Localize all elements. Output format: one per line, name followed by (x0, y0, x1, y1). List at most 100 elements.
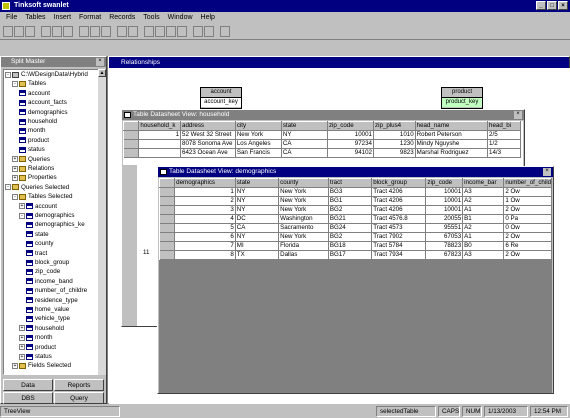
column-header[interactable]: block_group (371, 178, 427, 188)
sort-icon[interactable] (79, 26, 89, 37)
row-selector[interactable] (159, 232, 176, 242)
expand-icon[interactable]: + (19, 203, 25, 210)
table-cell[interactable]: NY (235, 196, 280, 206)
tree-item[interactable]: demographics_ke (26, 220, 85, 229)
tree-item[interactable]: tract (26, 249, 47, 258)
table-cell[interactable]: 8078 Sonoma Ave (180, 139, 236, 149)
properties-icon[interactable] (204, 26, 214, 37)
column-header[interactable]: state (234, 178, 280, 188)
table-cell[interactable]: DC (235, 214, 280, 224)
table-row[interactable]: 3 NY New York BG2 Tract 4206 10001 A1 2 Ow (159, 205, 552, 215)
table-cell[interactable]: 1230 (373, 139, 416, 149)
table-cell[interactable]: Tract 7934 (371, 250, 427, 260)
table-row[interactable]: 1 NY New York BG3 Tract 4206 10001 A3 2 Ow (159, 187, 552, 197)
table-cell[interactable]: Tract 4573 (371, 223, 427, 233)
tree-item[interactable]: vehicle_type (26, 314, 70, 323)
table-cell[interactable]: 52 West 32 Street (180, 130, 236, 140)
tree-item[interactable]: + Properties (12, 173, 57, 182)
table-cell[interactable]: NY (235, 187, 280, 197)
table-cell[interactable]: 20055 (425, 214, 464, 224)
table-cell[interactable]: Dallas (278, 250, 329, 260)
table-icon[interactable] (144, 26, 154, 37)
menu-records[interactable]: Records (105, 12, 139, 24)
row-selector[interactable] (159, 223, 176, 233)
stop-icon[interactable] (128, 26, 138, 37)
tree-item[interactable]: number_of_childre (26, 286, 87, 295)
table-cell[interactable]: 1/2 (487, 139, 521, 149)
column-header[interactable]: county (278, 178, 329, 188)
table-cell[interactable]: BG24 (328, 223, 373, 233)
tree-item[interactable]: account_facts (19, 98, 67, 107)
table-cell[interactable]: 95551 (425, 223, 464, 233)
row-selector[interactable] (123, 139, 140, 149)
tree-item[interactable]: zip_code (26, 267, 60, 276)
cut-icon[interactable] (41, 26, 51, 37)
demographics-grid[interactable]: demographics state county tract block_group z… (159, 178, 552, 393)
tree-scrollbar[interactable]: ▲ (98, 69, 106, 375)
column-header[interactable]: household_k (138, 121, 182, 131)
table-row[interactable]: 6423 Ocean Ave San Francis CA 94102 9823 Mars… (123, 148, 521, 158)
close-button[interactable]: × (558, 1, 568, 10)
report-icon[interactable] (177, 26, 187, 37)
table-cell[interactable]: Los Angeles (235, 139, 282, 149)
table-cell[interactable]: 1 (138, 130, 182, 140)
corner-header[interactable] (159, 178, 176, 188)
table-row[interactable]: 5 CA Sacramento BG24 Tract 4573 95551 A2 0 Ow (159, 223, 552, 233)
table-cell[interactable]: 2 Ow (503, 187, 552, 197)
table-cell[interactable]: 6 (174, 232, 236, 242)
filter-icon[interactable] (90, 26, 100, 37)
table-cell[interactable]: Florida (278, 241, 329, 251)
query-icon[interactable] (155, 26, 165, 37)
find-icon[interactable] (101, 26, 111, 37)
tree-item[interactable]: - Tables (12, 79, 46, 88)
table-cell[interactable]: 0 Pa (503, 214, 552, 224)
run-icon[interactable] (117, 26, 127, 37)
tree-item[interactable]: + household (19, 324, 64, 333)
collapse-icon[interactable]: - (19, 212, 25, 219)
row-selector[interactable] (159, 196, 176, 206)
table-cell[interactable]: New York (278, 187, 329, 197)
entity-account[interactable]: account account_key (200, 87, 242, 109)
table-cell[interactable]: Washington (278, 214, 329, 224)
table-cell[interactable]: Tract 4206 (371, 196, 427, 206)
paste-icon[interactable] (63, 26, 73, 37)
table-cell[interactable]: BG17 (328, 250, 373, 260)
new-icon[interactable] (3, 26, 13, 37)
row-selector[interactable] (159, 250, 176, 260)
column-header[interactable]: tract (327, 178, 373, 188)
table-cell[interactable]: 2/5 (487, 130, 521, 140)
copy-icon[interactable] (52, 26, 62, 37)
tab-dbs[interactable]: DBS (3, 392, 53, 404)
table-cell[interactable]: NY (281, 130, 328, 140)
table-cell[interactable]: Sacramento (278, 223, 329, 233)
table-cell[interactable]: 14/3 (487, 148, 521, 158)
table-cell[interactable]: 5 (174, 223, 236, 233)
column-header[interactable]: income_bar (462, 178, 505, 188)
row-selector[interactable] (159, 241, 176, 251)
tree-item[interactable]: home_value (26, 305, 69, 314)
tree-item[interactable]: - demographics (19, 211, 75, 220)
close-icon[interactable]: × (514, 111, 522, 119)
table-cell[interactable]: 1010 (373, 130, 416, 140)
table-row[interactable]: 6 NY New York BG2 Tract 7902 67053 A1 2 Ow (159, 232, 552, 242)
column-header[interactable]: city (234, 121, 282, 131)
table-cell[interactable] (138, 139, 182, 149)
entity-product[interactable]: product product_key (441, 87, 483, 109)
column-header[interactable]: head_bi (487, 121, 521, 131)
table-cell[interactable]: Tract 4206 (371, 187, 427, 197)
collapse-icon[interactable]: - (5, 184, 11, 191)
menu-tables[interactable]: Tables (21, 12, 49, 24)
tree-item[interactable]: product (19, 136, 49, 145)
tree-item[interactable]: + status (19, 352, 52, 361)
table-cell[interactable]: A1 (462, 232, 505, 242)
table-row[interactable]: 2 NY New York BG1 Tract 4206 10001 A2 1 Ow (159, 196, 552, 206)
tree-item[interactable]: - Tables Selected (12, 192, 72, 201)
tree-item[interactable]: - C:\WDesignData\Hybrid (5, 70, 88, 79)
table-cell[interactable]: 2 Ow (503, 250, 552, 260)
table-cell[interactable]: 4 (174, 214, 236, 224)
table-cell[interactable]: 6 Re (503, 241, 552, 251)
collapse-icon[interactable]: - (12, 193, 18, 200)
tree-item[interactable]: + product (19, 343, 56, 352)
table-cell[interactable]: 67823 (425, 250, 464, 260)
expand-icon[interactable]: + (12, 174, 18, 181)
